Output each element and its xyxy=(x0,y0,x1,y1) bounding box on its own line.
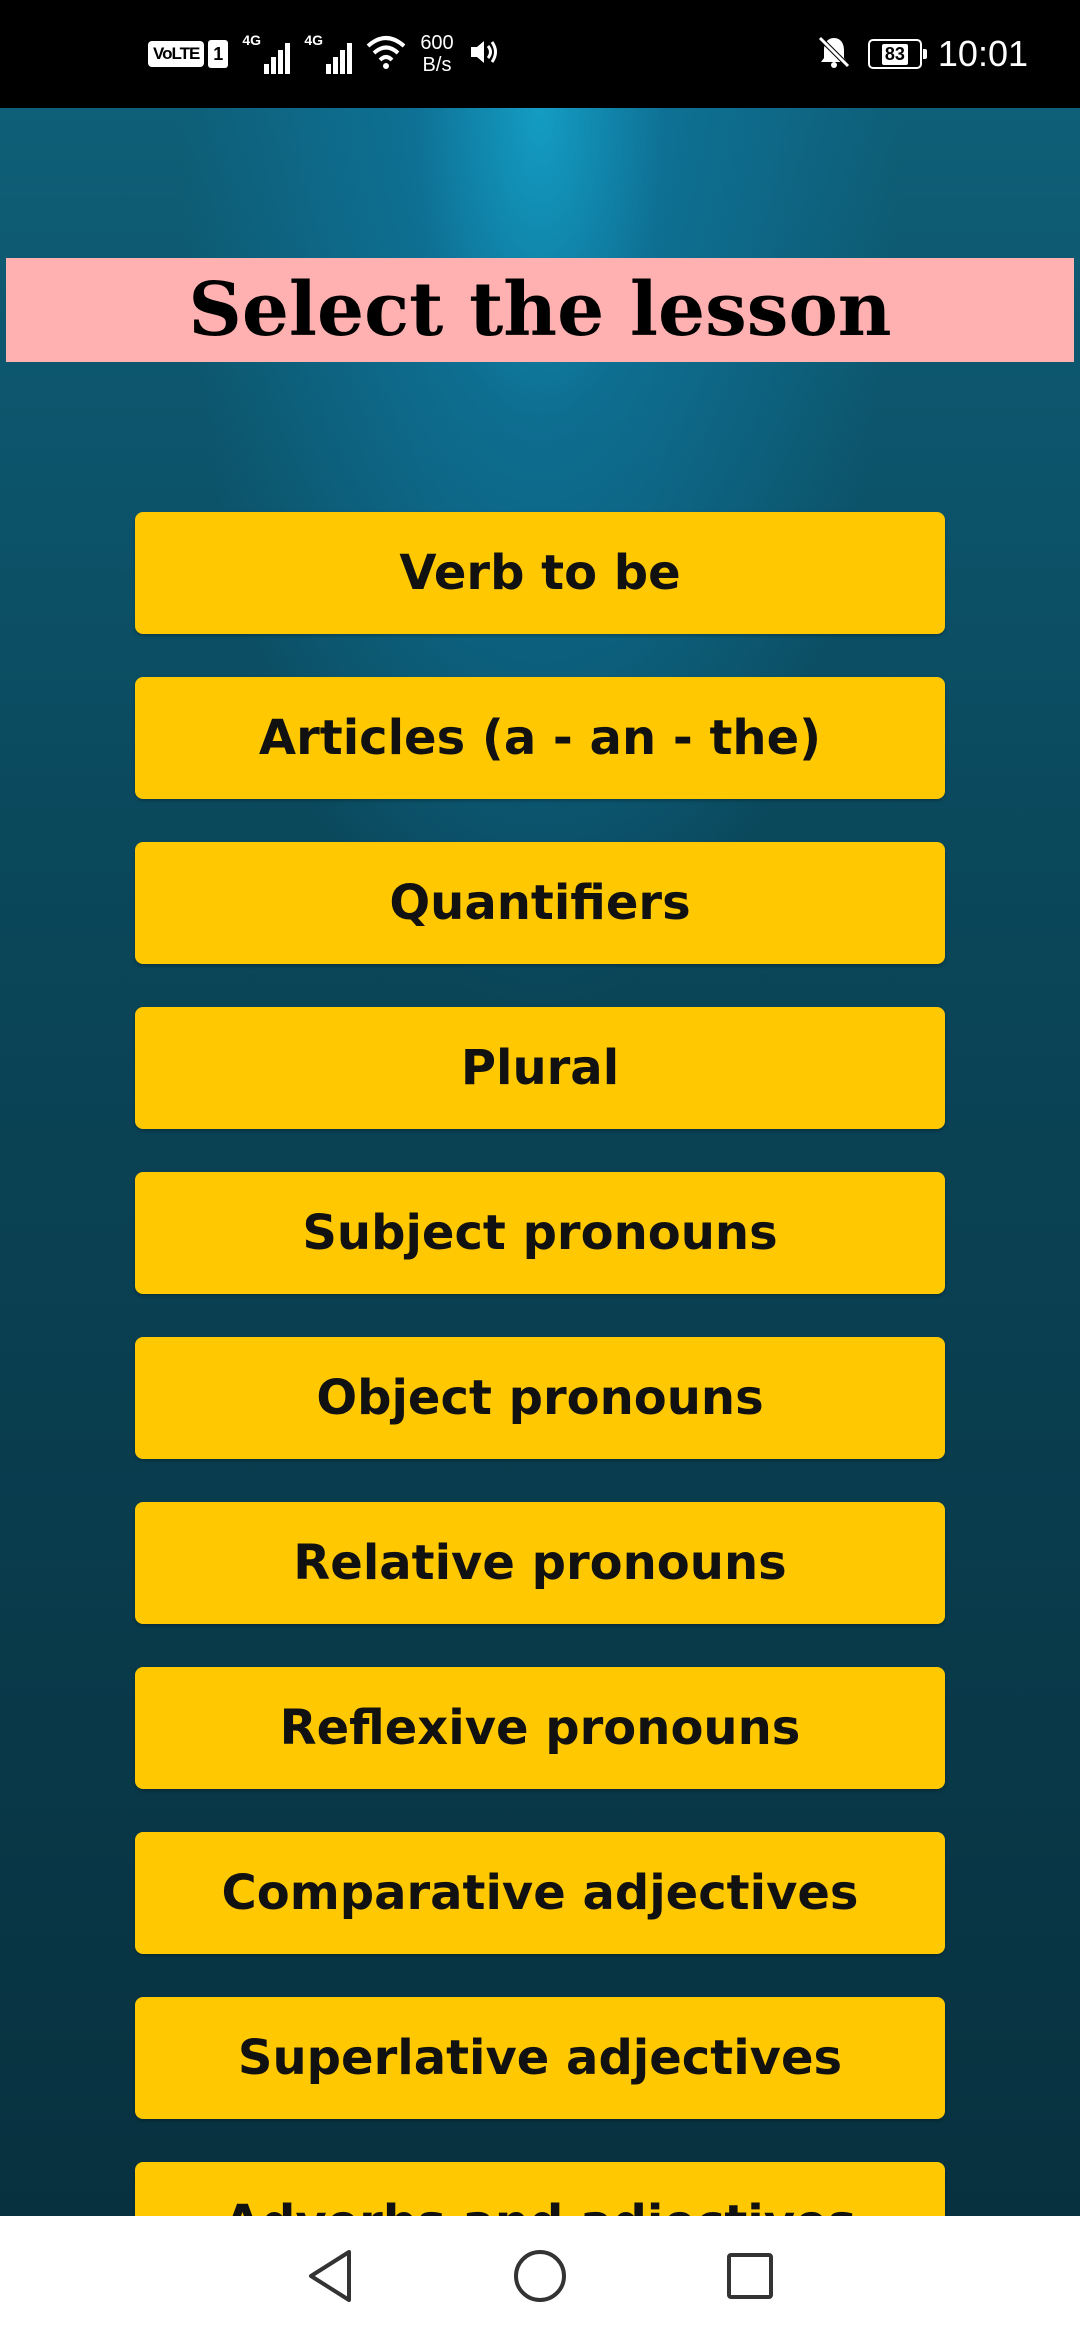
bell-muted-icon xyxy=(816,34,852,74)
status-right: 83 10:01 xyxy=(816,0,1028,108)
lesson-button-adverbs-and-adjectives[interactable]: Adverbs and adjectives xyxy=(135,2162,945,2216)
speaker-icon xyxy=(468,37,500,71)
battery-icon: 83 xyxy=(867,39,927,69)
status-bar: VoLTE 1 4G 4G 600 B/s 83 10:01 xyxy=(0,0,1080,108)
home-button[interactable] xyxy=(505,2243,575,2313)
network-speed: 600 B/s xyxy=(420,32,453,76)
signal-icon-2: 4G xyxy=(304,32,353,74)
back-button[interactable] xyxy=(295,2243,365,2313)
network-type-2: 4G xyxy=(304,32,323,48)
lesson-button-articles[interactable]: Articles (a - an - the) xyxy=(135,677,945,799)
recents-button[interactable] xyxy=(715,2243,785,2313)
recents-square-icon xyxy=(725,2251,775,2305)
lesson-button-comparative-adjectives[interactable]: Comparative adjectives xyxy=(135,1832,945,1954)
network-type-1: 4G xyxy=(242,32,261,48)
home-circle-icon xyxy=(512,2248,568,2308)
sim-number: 1 xyxy=(208,40,229,68)
speed-value: 600 xyxy=(420,32,454,54)
battery-level: 83 xyxy=(881,43,908,65)
clock: 10:01 xyxy=(937,33,1028,74)
status-left: VoLTE 1 4G 4G 600 B/s xyxy=(148,0,500,108)
lesson-button-object-pronouns[interactable]: Object pronouns xyxy=(135,1337,945,1459)
navigation-bar xyxy=(0,2216,1080,2340)
speed-unit: B/s xyxy=(422,54,452,76)
signal-icon: 4G xyxy=(242,32,291,74)
lesson-button-relative-pronouns[interactable]: Relative pronouns xyxy=(135,1502,945,1624)
lesson-button-quantifiers[interactable]: Quantifiers xyxy=(135,842,945,964)
back-triangle-icon xyxy=(305,2248,355,2308)
lesson-button-plural[interactable]: Plural xyxy=(135,1007,945,1129)
lesson-button-reflexive-pronouns[interactable]: Reflexive pronouns xyxy=(135,1667,945,1789)
wifi-icon xyxy=(366,34,406,74)
lesson-button-subject-pronouns[interactable]: Subject pronouns xyxy=(135,1172,945,1294)
page-title: Select the lesson xyxy=(188,267,892,353)
lesson-button-superlative-adjectives[interactable]: Superlative adjectives xyxy=(135,1997,945,2119)
lesson-button-verb-to-be[interactable]: Verb to be xyxy=(135,512,945,634)
title-banner: Select the lesson xyxy=(6,258,1074,362)
volte-label: VoLTE xyxy=(148,41,205,67)
volte-indicator: VoLTE 1 xyxy=(148,40,229,68)
lesson-list: Verb to be Articles (a - an - the) Quant… xyxy=(135,512,945,2216)
lesson-screen: Select the lesson Verb to be Articles (a… xyxy=(0,108,1080,2216)
